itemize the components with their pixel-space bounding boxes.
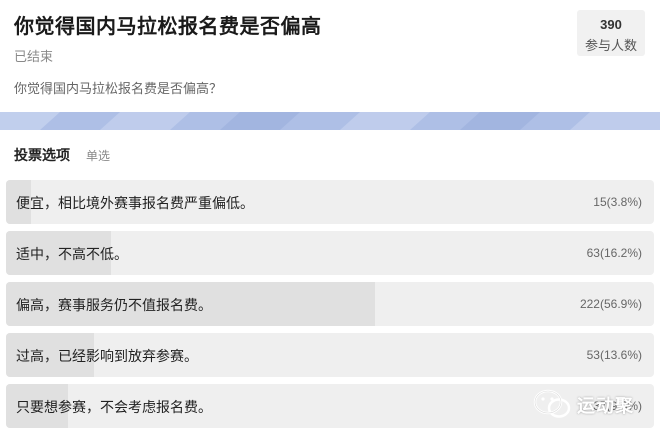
option-label: 过高，已经影响到放弃参赛。 — [16, 348, 198, 364]
participant-count-box: 390 参与人数 — [577, 10, 645, 56]
poll-question: 你觉得国内马拉松报名费是否偏高？ — [14, 81, 223, 96]
poll-header: 你觉得国内马拉松报名费是否偏高 已结束 你觉得国内马拉松报名费是否偏高？ 390… — [0, 0, 660, 112]
watermark-text: 运动聚 — [577, 396, 634, 416]
wechat-watermark: 运动聚 — [533, 386, 653, 422]
option-label: 便宜，相比境外赛事报名费严重偏低。 — [16, 195, 254, 211]
decorative-band — [0, 112, 660, 130]
options-section-header: 投票选项 单选 — [0, 130, 660, 178]
option-result: 222(56.9%) — [579, 297, 642, 311]
poll-option[interactable]: 便宜，相比境外赛事报名费严重偏低。 15(3.8%) — [6, 180, 654, 224]
options-section-title: 投票选项 — [14, 147, 70, 163]
poll-option[interactable]: 偏高，赛事服务仍不值报名费。 222(56.9%) — [6, 282, 654, 326]
poll-option[interactable]: 适中，不高不低。 63(16.2%) — [6, 231, 654, 275]
option-label: 只要想参赛，不会考虑报名费。 — [16, 399, 212, 415]
option-label: 偏高，赛事服务仍不值报名费。 — [16, 297, 212, 313]
poll-option[interactable]: 过高，已经影响到放弃参赛。 53(13.6%) — [6, 333, 654, 377]
options-section-type: 单选 — [86, 149, 111, 163]
wechat-icon — [533, 389, 571, 418]
option-result: 15(3.8%) — [593, 195, 642, 209]
option-result: 63(16.2%) — [586, 246, 642, 260]
participant-count-label: 参与人数 — [584, 38, 637, 53]
option-label: 适中，不高不低。 — [16, 246, 128, 262]
participant-count: 390 — [600, 17, 622, 32]
poll-title: 你觉得国内马拉松报名费是否偏高 — [14, 16, 322, 38]
poll-status: 已结束 — [14, 49, 54, 64]
band-pattern — [0, 112, 660, 130]
option-result: 53(13.6%) — [586, 348, 642, 362]
